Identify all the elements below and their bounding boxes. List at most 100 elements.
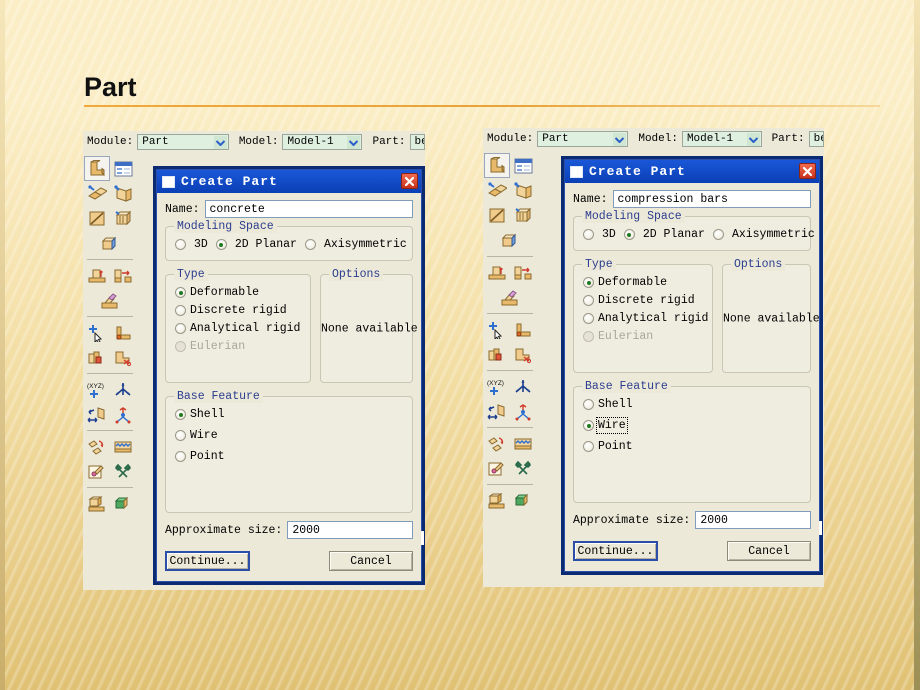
continue-button[interactable]: Continue...	[573, 541, 658, 561]
dialog-resize-handle[interactable]	[421, 531, 424, 545]
create-wire-icon[interactable]	[484, 203, 510, 228]
tools-icon[interactable]	[110, 459, 136, 484]
assign-section-icon[interactable]	[84, 491, 110, 516]
radio-axisymmetric[interactable]	[712, 229, 724, 240]
module-combobox[interactable]: Part	[137, 134, 229, 150]
create-wire-icon[interactable]	[84, 206, 110, 231]
create-shell-revolve-icon[interactable]	[110, 181, 136, 206]
base-row-point[interactable]: Point	[175, 450, 403, 463]
dialog-titlebar-left[interactable]: Create Part	[157, 170, 421, 193]
cancel-button[interactable]: Cancel	[727, 541, 811, 561]
merge-cut-icon[interactable]	[110, 491, 136, 516]
type-row-discrete-rigid[interactable]: Discrete rigid	[175, 304, 301, 317]
base-row-wire[interactable]: Wire	[175, 429, 403, 442]
tools-icon[interactable]	[510, 456, 536, 481]
create-datum-axis-icon[interactable]	[110, 377, 136, 402]
type-row-discrete-rigid[interactable]: Discrete rigid	[583, 294, 703, 307]
create-edge-icon[interactable]	[110, 320, 136, 345]
part-combobox[interactable]: be	[409, 134, 425, 150]
create-cut-extrude-icon[interactable]	[84, 263, 110, 288]
model-combobox[interactable]: Model-1	[282, 134, 363, 150]
create-edge-icon[interactable]	[510, 317, 536, 342]
edit-feature-icon[interactable]	[84, 459, 110, 484]
base-row-shell[interactable]: Shell	[583, 398, 801, 411]
create-datum-axis-icon[interactable]	[510, 374, 536, 399]
module-combobox[interactable]: Part	[537, 131, 629, 147]
base-row-wire[interactable]: Wire	[583, 417, 801, 434]
create-solid-sweep-icon[interactable]	[110, 206, 136, 231]
continue-button[interactable]: Continue...	[165, 551, 250, 571]
create-part-icon[interactable]	[484, 153, 510, 178]
radio-analytical-rigid[interactable]	[583, 313, 594, 324]
create-cut-revolve-icon[interactable]	[110, 263, 136, 288]
create-datum-point-icon[interactable]	[110, 402, 136, 427]
chevron-down-icon[interactable]	[613, 133, 627, 146]
create-solid-sweep-icon[interactable]	[510, 203, 536, 228]
close-x-icon[interactable]	[799, 163, 816, 179]
create-blend-icon[interactable]	[497, 285, 523, 310]
radio-point[interactable]	[175, 451, 186, 462]
radio-deformable[interactable]	[175, 287, 186, 298]
create-shell-extrude-icon[interactable]	[84, 181, 110, 206]
radio-discrete-rigid[interactable]	[175, 305, 186, 316]
model-combobox[interactable]: Model-1	[681, 131, 762, 147]
chevron-down-icon[interactable]	[213, 136, 227, 149]
create-datum-csys-icon[interactable]: (XYZ)	[484, 374, 510, 399]
create-datum-csys-icon[interactable]: (XYZ)	[84, 377, 110, 402]
create-shell-revolve-icon[interactable]	[510, 178, 536, 203]
partition-cell-icon[interactable]	[110, 345, 136, 370]
radio-shell[interactable]	[583, 399, 594, 410]
create-datum-plane-icon[interactable]	[484, 399, 510, 424]
create-shell-extrude-icon[interactable]	[484, 178, 510, 203]
edit-feature-icon[interactable]	[484, 456, 510, 481]
chevron-down-icon[interactable]	[746, 133, 760, 146]
create-point-icon[interactable]	[84, 320, 110, 345]
radio-shell[interactable]	[175, 409, 186, 420]
create-datum-plane-icon[interactable]	[84, 402, 110, 427]
radio-3d[interactable]	[175, 239, 186, 250]
partition-cell-icon[interactable]	[510, 342, 536, 367]
type-row-analytical-rigid[interactable]: Analytical rigid	[583, 312, 708, 325]
radio-deformable[interactable]	[583, 277, 594, 288]
mirror-pattern-icon[interactable]	[84, 434, 110, 459]
dialog-titlebar-right[interactable]: Create Part	[565, 160, 819, 183]
chevron-down-icon[interactable]	[347, 136, 361, 149]
assign-section-icon[interactable]	[484, 488, 510, 513]
create-solid-icon[interactable]	[97, 231, 123, 256]
radio-2d-planar[interactable]	[623, 229, 635, 240]
part-manager-icon[interactable]	[510, 153, 536, 178]
create-round-icon[interactable]	[484, 342, 510, 367]
approximate-size-input[interactable]: 2000	[287, 521, 413, 539]
linear-pattern-icon[interactable]	[510, 431, 536, 456]
radio-3d[interactable]	[583, 229, 594, 240]
part-combobox[interactable]: be	[808, 131, 824, 147]
part-name-input[interactable]: compression bars	[612, 190, 811, 208]
radio-wire[interactable]	[583, 420, 594, 431]
type-row-deformable[interactable]: Deformable	[583, 276, 703, 289]
create-solid-icon[interactable]	[497, 228, 523, 253]
create-datum-point-icon[interactable]	[510, 399, 536, 424]
type-row-deformable[interactable]: Deformable	[175, 286, 301, 299]
part-name-input[interactable]: concrete	[204, 200, 413, 218]
radio-2d-planar[interactable]	[215, 239, 227, 250]
mirror-pattern-icon[interactable]	[484, 431, 510, 456]
radio-analytical-rigid[interactable]	[175, 323, 186, 334]
create-blend-icon[interactable]	[97, 288, 123, 313]
base-row-shell[interactable]: Shell	[175, 408, 403, 421]
create-cut-extrude-icon[interactable]	[484, 260, 510, 285]
approximate-size-input[interactable]: 2000	[695, 511, 811, 529]
cancel-button[interactable]: Cancel	[329, 551, 413, 571]
create-cut-revolve-icon[interactable]	[510, 260, 536, 285]
create-point-icon[interactable]	[484, 317, 510, 342]
radio-axisymmetric[interactable]	[304, 239, 316, 250]
radio-discrete-rigid[interactable]	[583, 295, 594, 306]
create-part-icon[interactable]	[84, 156, 110, 181]
type-row-analytical-rigid[interactable]: Analytical rigid	[175, 322, 301, 335]
create-round-icon[interactable]	[84, 345, 110, 370]
part-manager-icon[interactable]	[110, 156, 136, 181]
merge-cut-icon[interactable]	[510, 488, 536, 513]
close-x-icon[interactable]	[401, 173, 418, 189]
linear-pattern-icon[interactable]	[110, 434, 136, 459]
dialog-resize-handle[interactable]	[819, 521, 822, 535]
radio-point[interactable]	[583, 441, 594, 452]
